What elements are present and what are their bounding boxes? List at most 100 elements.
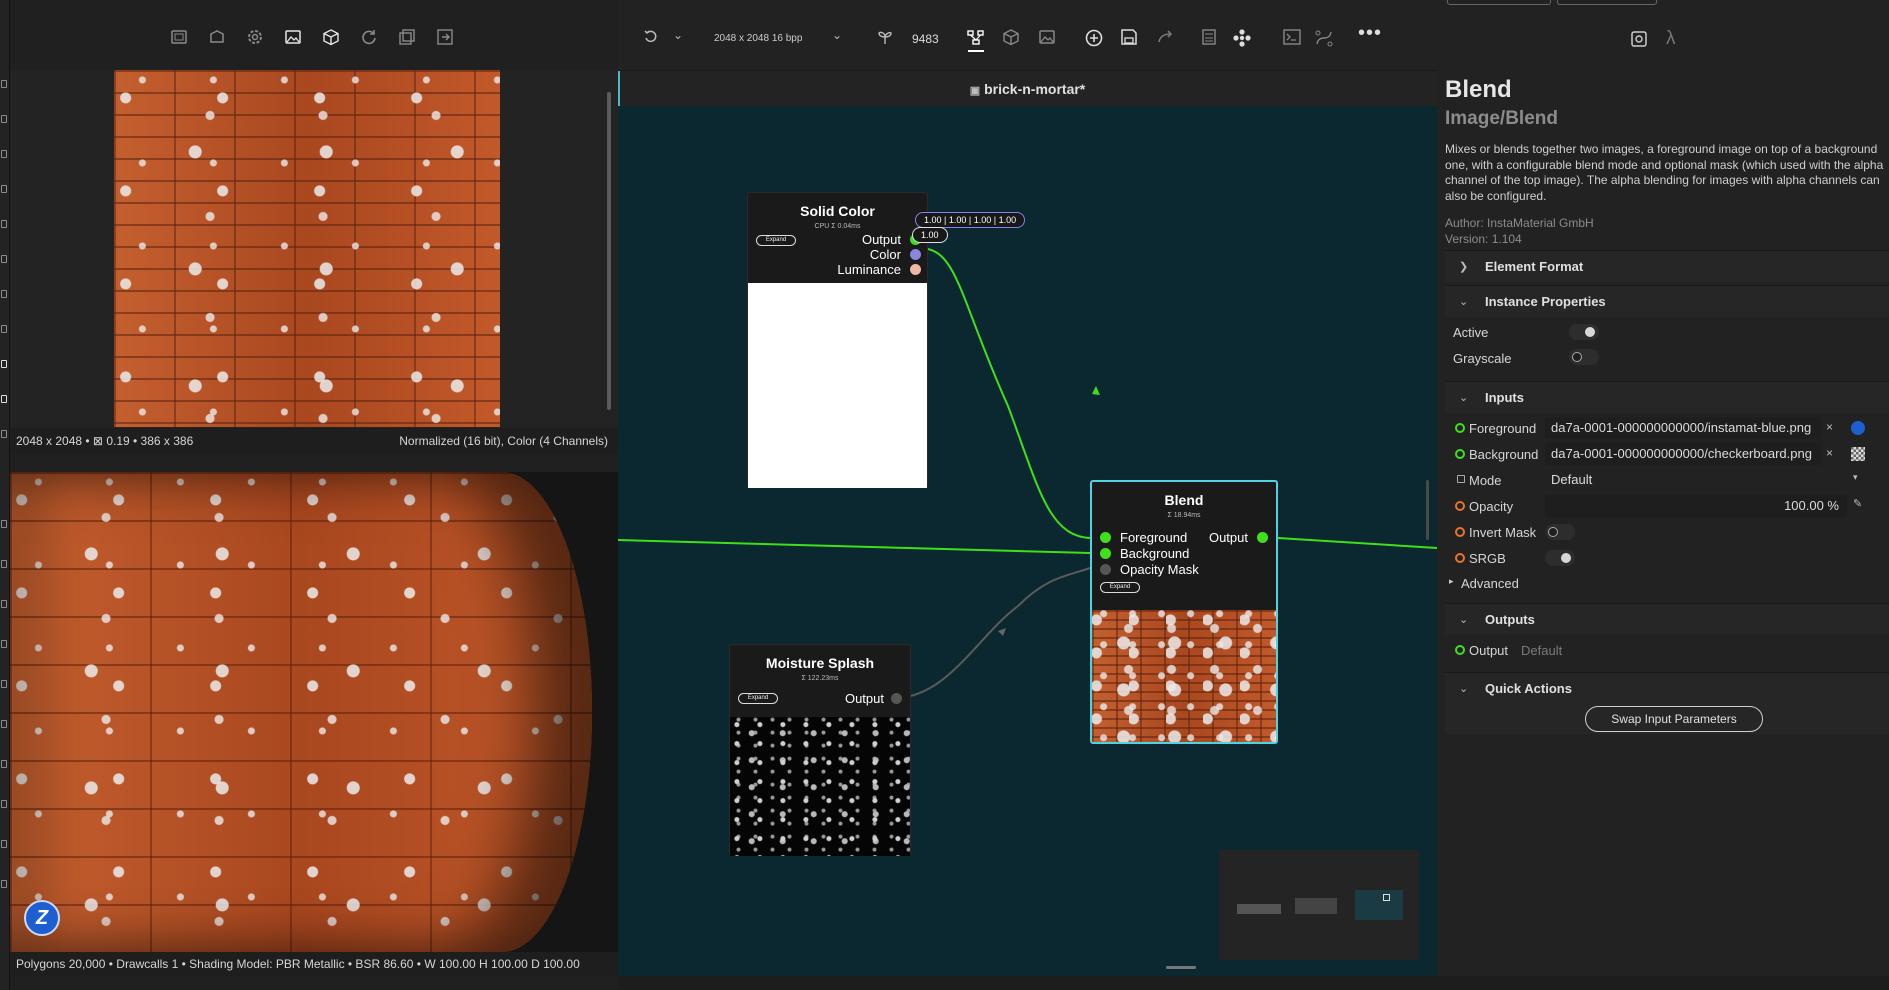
undo-icon[interactable] xyxy=(642,28,662,48)
invert-mask-toggle[interactable] xyxy=(1545,524,1575,540)
quick-actions-body: Swap Input Parameters xyxy=(1445,704,1889,734)
strip-icon[interactable] xyxy=(1,760,7,768)
advanced-toggle[interactable]: Advanced xyxy=(1461,576,1519,591)
strip-icon[interactable] xyxy=(1,220,7,228)
export-icon[interactable] xyxy=(434,28,456,50)
save-icon[interactable] xyxy=(1120,28,1140,48)
opacity-mask-port[interactable] xyxy=(1100,564,1111,575)
background-value[interactable]: da7a-0001-000000000000/checkerboard.png xyxy=(1545,443,1821,465)
srgb-toggle[interactable] xyxy=(1545,550,1575,566)
node-blend[interactable]: Blend Σ 18.94ms Foreground Output Backgr… xyxy=(1090,480,1278,744)
expand-button[interactable]: Expand xyxy=(756,235,796,246)
nodes-cluster-icon[interactable] xyxy=(1232,28,1252,48)
layers-icon[interactable] xyxy=(168,28,190,50)
strip-icon[interactable] xyxy=(1,360,7,368)
blue-texture-thumb-icon[interactable] xyxy=(1851,421,1865,435)
output-port[interactable] xyxy=(891,693,902,704)
strip-icon[interactable] xyxy=(1,640,7,648)
image-icon[interactable] xyxy=(282,28,304,50)
color-port[interactable] xyxy=(910,249,921,260)
chevron-down-icon[interactable]: ⌄ xyxy=(832,28,842,42)
opacity-value[interactable]: 100.00 % xyxy=(1545,495,1847,517)
add-node-icon[interactable] xyxy=(1084,28,1104,48)
strip-icon[interactable] xyxy=(1,800,7,808)
3d-viewport[interactable]: Z xyxy=(10,472,618,952)
canvas-scrollbar[interactable] xyxy=(1426,480,1429,540)
resolution-select[interactable]: 2048 x 2048 16 bpp xyxy=(714,33,802,44)
background-port[interactable] xyxy=(1100,548,1111,559)
node-moisture-splash[interactable]: Moisture Splash Σ 122.23ms Expand Output xyxy=(729,644,911,856)
curve-tool-icon[interactable] xyxy=(1314,28,1334,48)
lambda-icon[interactable]: λ xyxy=(1666,28,1676,50)
edit-pencil-icon[interactable]: ✎ xyxy=(1853,497,1862,510)
port-label-background: Background xyxy=(1120,546,1190,561)
section-outputs[interactable]: ⌄ Outputs xyxy=(1445,603,1889,635)
foreground-value[interactable]: da7a-0001-000000000000/instamat-blue.png xyxy=(1545,417,1821,439)
strip-icon[interactable] xyxy=(1,520,7,528)
strip-icon[interactable] xyxy=(1,185,7,193)
section-element-format[interactable]: ❯ Element Format xyxy=(1445,250,1889,282)
texture-scrollbar[interactable] xyxy=(607,92,611,410)
seed-value[interactable]: 9483 xyxy=(912,32,939,46)
copy-icon[interactable] xyxy=(396,28,418,50)
box-open-icon[interactable] xyxy=(206,28,228,50)
strip-icon[interactable] xyxy=(1,720,7,728)
strip-icon[interactable] xyxy=(1,150,7,158)
clear-icon[interactable]: × xyxy=(1826,420,1833,434)
section-quick-actions[interactable]: ⌄ Quick Actions xyxy=(1445,672,1889,704)
clear-icon[interactable]: × xyxy=(1826,446,1833,460)
gear-icon[interactable] xyxy=(244,28,266,50)
strip-icon[interactable] xyxy=(1,430,7,438)
cube-icon[interactable] xyxy=(1002,28,1022,48)
expand-button[interactable]: Expand xyxy=(738,693,778,704)
more-options-icon[interactable]: ••• xyxy=(1358,22,1382,45)
chevron-right-icon[interactable]: ▸ xyxy=(1449,576,1454,587)
panel-bottom-bar xyxy=(1437,976,1889,990)
checkerboard-thumb-icon[interactable] xyxy=(1851,447,1865,461)
seed-icon[interactable] xyxy=(876,28,896,48)
graph-tab[interactable]: ▣ brick-n-mortar* xyxy=(618,70,1437,107)
calculator-icon[interactable] xyxy=(1200,28,1220,48)
node-graph-canvas[interactable]: Solid Color CPU Σ 0.04ms Expand Output C… xyxy=(618,106,1437,976)
graph-view-icon[interactable] xyxy=(966,28,986,52)
redo-share-icon[interactable] xyxy=(1156,28,1176,48)
section-instance-properties[interactable]: ⌄ Instance Properties xyxy=(1445,285,1889,317)
swap-input-parameters-button[interactable]: Swap Input Parameters xyxy=(1585,706,1763,732)
strip-icon[interactable] xyxy=(1,600,7,608)
image-icon[interactable] xyxy=(1038,28,1058,48)
strip-icon[interactable] xyxy=(1,255,7,263)
active-toggle[interactable] xyxy=(1569,324,1599,340)
terminal-icon[interactable] xyxy=(1282,28,1302,48)
output-port[interactable] xyxy=(1257,532,1268,543)
strip-icon[interactable] xyxy=(1,290,7,298)
opacity-port-icon xyxy=(1455,501,1465,511)
strip-icon[interactable] xyxy=(1,395,7,403)
canvas-resize-handle[interactable] xyxy=(1166,966,1196,969)
luminance-port[interactable] xyxy=(910,264,921,275)
chevron-down-icon[interactable]: ⌄ xyxy=(673,28,683,42)
properties-icon[interactable] xyxy=(1630,30,1650,50)
strip-icon[interactable] xyxy=(1,325,7,333)
minimap-viewport[interactable] xyxy=(1355,890,1403,920)
cube-icon[interactable] xyxy=(320,28,342,50)
top-tab-button[interactable] xyxy=(1447,0,1551,5)
texture-preview[interactable]: 2048 x 2048 • ⊠ 0.19 • 386 x 386 Normali… xyxy=(10,70,618,454)
refresh-icon[interactable] xyxy=(358,28,380,50)
expand-button[interactable]: Expand xyxy=(1100,582,1140,593)
section-inputs[interactable]: ⌄ Inputs xyxy=(1445,381,1889,413)
strip-icon[interactable] xyxy=(1,560,7,568)
mode-select[interactable]: Default xyxy=(1545,469,1865,491)
strip-icon[interactable] xyxy=(1,115,7,123)
node-solid-color[interactable]: Solid Color CPU Σ 0.04ms Expand Output C… xyxy=(747,192,928,488)
strip-icon[interactable] xyxy=(1,880,7,888)
strip-icon[interactable] xyxy=(1,80,7,88)
luminance-value-chip[interactable]: 1.00 xyxy=(912,227,948,243)
graph-minimap[interactable] xyxy=(1219,850,1419,960)
foreground-port[interactable] xyxy=(1100,532,1111,543)
color-value-chip[interactable]: 1.00 | 1.00 | 1.00 | 1.00 xyxy=(915,212,1026,228)
top-tab-button[interactable] xyxy=(1557,0,1657,5)
grayscale-toggle[interactable] xyxy=(1569,349,1599,365)
dropdown-caret-icon[interactable]: ▾ xyxy=(1853,472,1858,483)
strip-icon[interactable] xyxy=(1,680,7,688)
strip-icon[interactable] xyxy=(1,840,7,848)
